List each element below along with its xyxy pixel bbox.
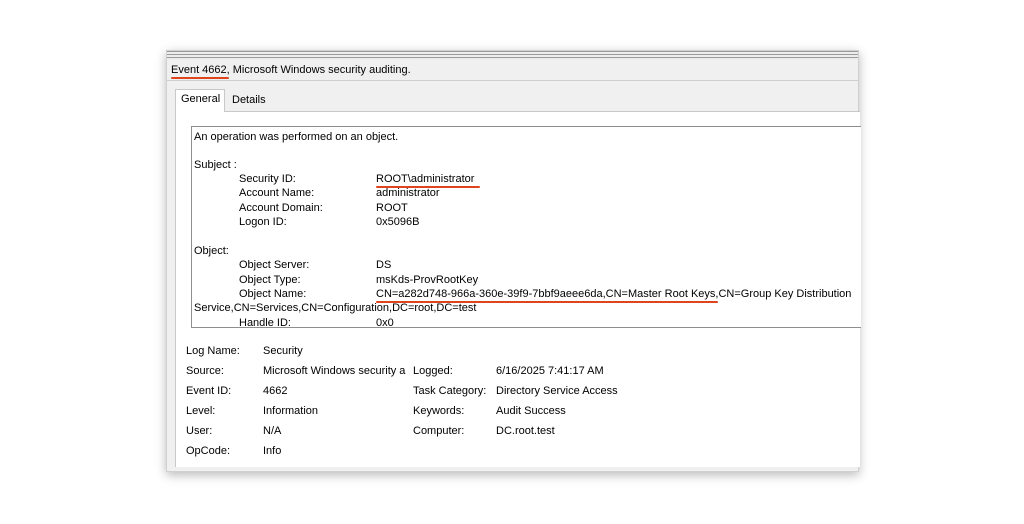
source-value[interactable]: Microsoft Windows security a <box>263 365 408 378</box>
title-highlight-underline <box>171 77 229 79</box>
source-label: Source: <box>186 365 224 377</box>
object-name-value-line2: Service,CN=Services,CN=Configuration,DC=… <box>194 302 477 314</box>
security-id-label: Security ID: <box>239 173 296 185</box>
log-name-value[interactable]: Security <box>263 345 303 358</box>
object-type-value: msKds-ProvRootKey <box>376 274 479 286</box>
subject-heading: Subject : <box>194 159 237 171</box>
account-name-label: Account Name: <box>239 187 315 199</box>
level-value[interactable]: Information <box>263 405 318 418</box>
object-server-value: DS <box>376 259 392 271</box>
logon-id-label: Logon ID: <box>239 216 287 228</box>
description-intro: An operation was performed on an object. <box>194 131 399 143</box>
tab-details[interactable]: Details <box>227 91 271 112</box>
keywords-value[interactable]: Audit Success <box>496 405 566 418</box>
account-name-value: administrator <box>376 187 440 199</box>
logon-id-value: 0x5096B <box>376 216 420 228</box>
user-value[interactable]: N/A <box>263 425 281 438</box>
object-server-label: Object Server: <box>239 259 310 271</box>
event-id-label: Event ID: <box>186 385 232 397</box>
event-id-value[interactable]: 4662 <box>263 385 287 398</box>
handle-id-label: Handle ID: <box>239 317 291 328</box>
handle-id-value: 0x0 <box>376 317 394 328</box>
window-top-border <box>167 51 858 60</box>
security-id-value: ROOT\administrator <box>376 173 475 185</box>
logged-label: Logged: <box>413 365 453 377</box>
event-properties-window: Event 4662, Microsoft Windows security a… <box>166 50 861 472</box>
opcode-value[interactable]: Info <box>263 445 281 458</box>
computer-value[interactable]: DC.root.test <box>496 425 555 438</box>
object-type-label: Object Type: <box>239 274 301 286</box>
task-category-label: Task Category: <box>413 385 487 397</box>
log-name-label: Log Name: <box>186 345 240 357</box>
object-name-label: Object Name: <box>239 288 307 300</box>
object-name-value-line1: CN=a282d748-966a-360e-39f9-7bbf9aeee6da,… <box>376 288 852 300</box>
account-domain-label: Account Domain: <box>239 202 323 214</box>
task-category-value[interactable]: Directory Service Access <box>496 385 618 398</box>
window-title: Event 4662, Microsoft Windows security a… <box>171 64 411 76</box>
event-description-box[interactable]: An operation was performed on an object.… <box>191 126 861 328</box>
account-domain-value: ROOT <box>376 202 408 214</box>
title-divider <box>167 80 858 81</box>
user-label: User: <box>186 425 213 437</box>
computer-label: Computer: <box>413 425 465 437</box>
level-label: Level: <box>186 405 216 417</box>
tab-general[interactable]: General <box>175 89 225 112</box>
opcode-label: OpCode: <box>186 445 231 457</box>
general-tab-panel: An operation was performed on an object.… <box>175 111 861 467</box>
object-heading: Object: <box>194 245 229 257</box>
logged-value[interactable]: 6/16/2025 7:41:17 AM <box>496 365 604 378</box>
keywords-label: Keywords: <box>413 405 465 417</box>
